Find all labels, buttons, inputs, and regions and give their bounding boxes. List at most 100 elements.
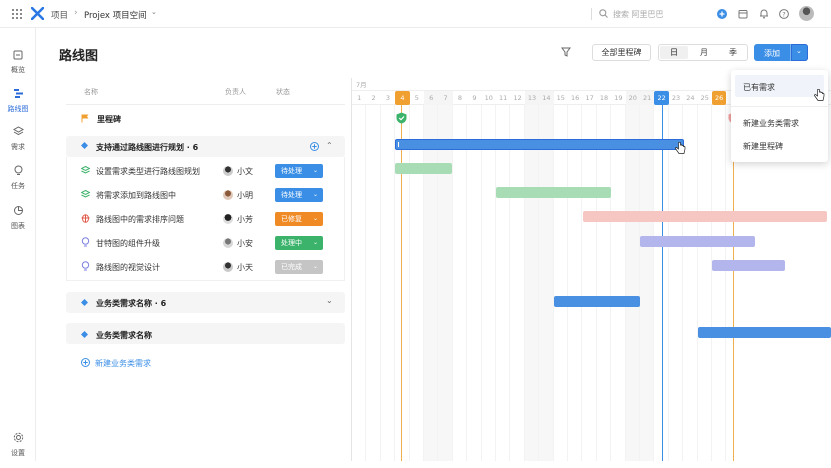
table-row[interactable]: 甘特图的组件升级 小安 处理中 ⌄ [66, 230, 345, 254]
sidebar-item-tasks[interactable]: 任务 [0, 163, 36, 201]
timeline-day-column [424, 105, 439, 461]
milestone-shield-icon[interactable] [396, 112, 407, 124]
gear-icon [13, 432, 24, 443]
sidebar-item-label: 图表 [11, 222, 25, 230]
timeline-day-label: 6 [424, 91, 439, 105]
chevron-down-icon[interactable]: ⌄ [151, 8, 157, 16]
timeline-day-column [366, 105, 381, 461]
timeline-day-column [597, 105, 612, 461]
add-circle-outline-icon[interactable] [81, 358, 90, 367]
timeline-day-column [524, 105, 540, 461]
view-day-button[interactable]: 日 [660, 46, 688, 59]
add-circle-icon[interactable] [717, 9, 727, 19]
timeline-day-column [510, 105, 525, 461]
user-avatar[interactable] [799, 6, 814, 21]
status-dropdown[interactable]: 处理中 ⌄ [275, 236, 323, 250]
menu-divider [731, 106, 828, 107]
today-line [662, 105, 663, 461]
sidebar-item-charts[interactable]: 图表 [0, 203, 36, 241]
topbar-divider [591, 8, 592, 20]
bulb-icon [81, 261, 90, 271]
timeline-day-label: 3 [385, 94, 391, 102]
gantt-bar[interactable] [496, 187, 611, 198]
status-dropdown[interactable]: 待处理 ⌄ [275, 188, 323, 202]
bar-resize-handle[interactable] [398, 142, 399, 147]
timeline-day-column [453, 105, 468, 461]
gantt-bar[interactable] [554, 296, 640, 307]
calendar-icon[interactable] [738, 9, 748, 19]
breadcrumb-project[interactable]: Projex 项目空间 [84, 9, 147, 21]
timeline-day-label: 11 [499, 94, 508, 102]
sidebar-item-requirements[interactable]: 需求 [0, 124, 36, 162]
sidebar-item-overview[interactable]: 概览 [0, 46, 36, 84]
timeline-day-label: 20 [625, 91, 640, 105]
timeline-day-column [582, 105, 597, 461]
timeline-day-label: 17 [585, 94, 594, 102]
timeline-day-column [539, 105, 554, 461]
sidebar-item-roadmap[interactable]: 路线图 [0, 86, 36, 124]
svg-text:?: ? [782, 10, 785, 18]
breadcrumb-app[interactable]: 项目 [51, 9, 68, 21]
timeline-day-label: 8 [457, 94, 463, 102]
view-month-button[interactable]: 月 [690, 46, 718, 59]
timeline-day-label: 5 [414, 94, 419, 102]
chevron-down-icon[interactable]: ⌄ [326, 296, 333, 305]
timeline-day-column [611, 105, 626, 461]
timeline-month: 7月 [356, 81, 367, 89]
gantt-bar[interactable] [712, 260, 785, 271]
timeline-day-column [496, 105, 511, 461]
diamond-icon [81, 142, 88, 149]
group-title[interactable]: 业务类需求名称 [96, 330, 152, 341]
timeline-day-label: 4 [395, 91, 410, 105]
add-circle-outline-icon[interactable] [310, 142, 319, 151]
sidebar-item-settings[interactable]: 设置 [0, 430, 36, 468]
row-name: 设置需求类型进行路线图规划 [96, 167, 200, 176]
chevron-down-icon: ⌄ [312, 215, 318, 222]
chevron-down-icon: ⌄ [312, 167, 318, 174]
overview-icon [13, 50, 23, 60]
menu-item-existing-requirement[interactable]: 已有需求 [743, 82, 775, 93]
filter-icon[interactable] [561, 47, 571, 57]
table-row[interactable]: 路线图的视觉设计 小天 已完成 ⌄ [66, 254, 345, 278]
milestones-button[interactable]: 全部里程碑 [592, 44, 651, 61]
gantt-bar[interactable] [698, 327, 831, 338]
gantt-bar[interactable] [395, 163, 452, 174]
menu-item-new-milestone[interactable]: 新建里程碑 [743, 141, 783, 152]
diamond-icon [81, 299, 88, 306]
avatar [223, 262, 233, 272]
table-row[interactable]: 设置需求类型进行路线图规划 小文 待处理 ⌄ [66, 158, 345, 182]
status-dropdown[interactable]: 已修复 ⌄ [275, 212, 323, 226]
new-requirement-link[interactable]: 新建业务类需求 [95, 358, 151, 369]
menu-item-new-requirement[interactable]: 新建业务类需求 [743, 118, 799, 129]
group-title[interactable]: 支持通过路线图进行规划 · 6 [96, 142, 198, 153]
gantt-bar[interactable] [583, 211, 827, 222]
timeline-day-label: 23 [671, 94, 681, 102]
chevron-up-icon[interactable]: ⌃ [326, 141, 333, 150]
timeline-day-column [467, 105, 482, 461]
timeline-day-label: 24 [686, 94, 695, 102]
status-dropdown[interactable]: 待处理 ⌄ [275, 164, 323, 178]
status-label: 待处理 [281, 191, 302, 199]
timeline-day-label: 13 [524, 91, 540, 105]
grid-menu-icon[interactable] [12, 9, 22, 19]
view-season-button[interactable]: 季 [720, 46, 746, 59]
milestone-row-label[interactable]: 里程碑 [97, 114, 121, 125]
diamond-icon [81, 331, 88, 338]
gantt-bar[interactable] [395, 139, 684, 150]
bell-icon[interactable] [759, 8, 769, 19]
gantt-bar[interactable] [640, 236, 755, 247]
search-input[interactable]: 搜索 阿里巴巴 [613, 9, 664, 20]
status-dropdown[interactable]: 已完成 ⌄ [275, 260, 323, 274]
app-logo-icon[interactable] [31, 7, 44, 20]
help-icon[interactable]: ? [779, 9, 789, 19]
table-row[interactable]: 将需求添加到路线图中 小明 待处理 ⌄ [66, 182, 345, 206]
timeline-day-column [381, 105, 396, 461]
timeline-day-label: 21 [640, 91, 655, 105]
search-icon[interactable] [599, 9, 608, 18]
timeline-day-column [625, 105, 640, 461]
group-title[interactable]: 业务类需求名称 · 6 [96, 298, 166, 309]
timeline-day-column [352, 105, 367, 461]
layers-icon [13, 126, 24, 136]
table-row[interactable]: 路线图中的需求排序问题 小芳 已修复 ⌄ [66, 206, 345, 230]
top-bar: 项目 › Projex 项目空间 ⌄ 搜索 阿里巴巴 ? [0, 0, 831, 28]
